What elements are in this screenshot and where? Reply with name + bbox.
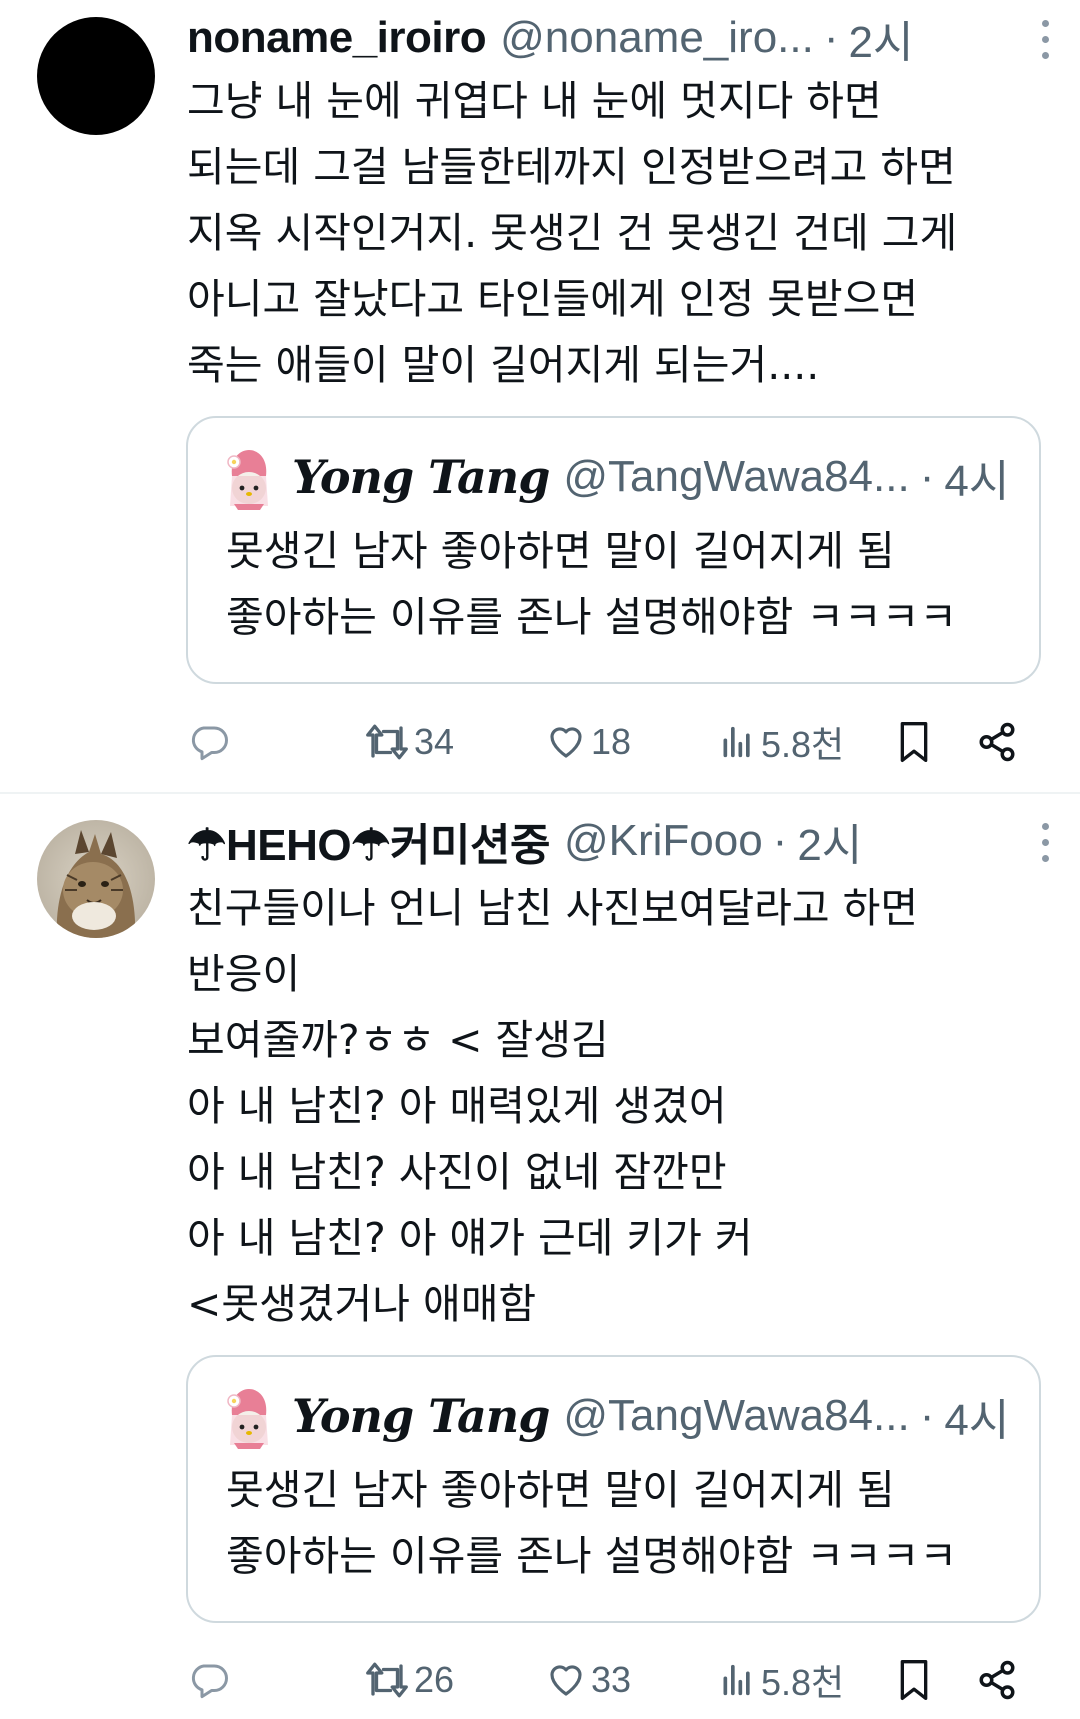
quoted-author-handle[interactable]: @TangWawa84... xyxy=(563,452,909,502)
timestamp[interactable]: 2시 xyxy=(797,809,862,873)
text-line: 죽는 애들이 말이 길어지게 되는거.... xyxy=(187,341,820,389)
share-icon xyxy=(976,721,1018,763)
quoted-header: Yong Tang @TangWawa84... · 4시 xyxy=(292,1385,1009,1447)
separator: · xyxy=(919,452,935,501)
retweet-count: 34 xyxy=(414,721,455,762)
action-bar: 34 18 5.8천 xyxy=(188,712,1028,772)
text-line: 친구들이나 언니 남친 사진보여달라고 하면 xyxy=(187,884,919,932)
more-options-icon[interactable] xyxy=(1042,823,1050,863)
avatar[interactable] xyxy=(37,820,155,938)
reply-button[interactable] xyxy=(188,1650,230,1710)
separator: · xyxy=(772,816,788,865)
text-line: 못생긴 남자 좋아하면 말이 길어지게 됨 xyxy=(226,1466,895,1514)
text-line: 되는데 그걸 남들한테까지 인정받으려고 하면 xyxy=(187,143,956,191)
like-count: 33 xyxy=(591,1659,632,1700)
quoted-tweet[interactable]: Yong Tang @TangWawa84... · 4시 못생긴 남자 좋아하… xyxy=(186,1355,1041,1623)
quoted-avatar[interactable] xyxy=(226,1387,272,1449)
tweet-text: 그냥 내 눈에 귀엽다 내 눈에 멋지다 하면 되는데 그걸 남들한테까지 인정… xyxy=(187,68,1027,398)
bookmark-icon xyxy=(894,720,934,764)
view-count: 5.8천 xyxy=(761,1662,845,1703)
tweet-header: noname_iroiro @noname_iro... · 2시 xyxy=(187,8,1060,68)
bookmark-button[interactable] xyxy=(894,712,934,772)
quoted-tweet[interactable]: Yong Tang @TangWawa84... · 4시 못생긴 남자 좋아하… xyxy=(186,416,1041,684)
quoted-avatar[interactable] xyxy=(226,448,272,510)
text-line: 아 내 남친? 아 얘가 근데 키가 커 xyxy=(187,1214,753,1262)
tweet-divider xyxy=(0,792,1080,794)
share-button[interactable] xyxy=(976,1650,1018,1710)
quoted-text: 못생긴 남자 좋아하면 말이 길어지게 됨 좋아하는 이유를 존나 설명해야함 … xyxy=(226,518,957,650)
author-handle[interactable]: @KriFooo xyxy=(564,816,763,866)
bookmark-button[interactable] xyxy=(894,1650,934,1710)
views-button[interactable]: 5.8천 xyxy=(717,712,844,772)
quoted-header: Yong Tang @TangWawa84... · 4시 xyxy=(292,446,1009,508)
text-line: 못생긴 남자 좋아하면 말이 길어지게 됨 xyxy=(226,527,895,575)
reply-button[interactable] xyxy=(188,712,230,772)
timestamp[interactable]: 2시 xyxy=(849,6,914,70)
text-line: 좋아하는 이유를 존나 설명해야함 ㅋㅋㅋㅋ xyxy=(226,593,958,641)
separator: · xyxy=(823,13,839,62)
reply-icon xyxy=(188,721,230,763)
views-chart-icon xyxy=(717,1659,757,1701)
avatar[interactable] xyxy=(37,17,155,135)
views-chart-icon xyxy=(717,721,757,763)
retweet-button[interactable]: 26 xyxy=(364,1650,454,1710)
retweet-icon xyxy=(364,721,410,763)
tweet-header: ☂HEHO☂커미션중 @KriFooo · 2시 xyxy=(187,811,1060,871)
bookmark-icon xyxy=(894,1658,934,1702)
reply-icon xyxy=(188,1659,230,1701)
quoted-author-handle[interactable]: @TangWawa84... xyxy=(563,1391,909,1441)
retweet-count: 26 xyxy=(414,1659,455,1700)
text-line: 아 내 남친? 아 매력있게 생겼어 xyxy=(187,1082,727,1130)
views-button[interactable]: 5.8천 xyxy=(717,1650,844,1710)
quoted-timestamp[interactable]: 4시 xyxy=(944,1384,1009,1448)
quoted-text: 못생긴 남자 좋아하면 말이 길어지게 됨 좋아하는 이유를 존나 설명해야함 … xyxy=(226,1457,957,1589)
like-count: 18 xyxy=(591,721,632,762)
retweet-button[interactable]: 34 xyxy=(364,712,454,772)
text-line: 아니고 잘났다고 타인들에게 인정 못받으면 xyxy=(187,275,919,323)
separator: · xyxy=(919,1391,935,1440)
heart-icon xyxy=(545,721,587,763)
text-line: <못생겼거나 애매함 xyxy=(187,1280,537,1328)
more-options-icon[interactable] xyxy=(1042,20,1050,60)
text-line: 그냥 내 눈에 귀엽다 내 눈에 멋지다 하면 xyxy=(187,77,882,125)
quoted-timestamp[interactable]: 4시 xyxy=(944,445,1009,509)
author-handle[interactable]: @noname_iro... xyxy=(500,13,814,63)
quoted-author-name[interactable]: Yong Tang xyxy=(292,450,550,504)
action-bar: 26 33 5.8천 xyxy=(188,1650,1028,1710)
text-line: 보여줄까?ㅎㅎ < 잘생김 xyxy=(187,1016,609,1064)
author-name[interactable]: noname_iroiro xyxy=(187,13,487,63)
heart-icon xyxy=(545,1659,587,1701)
author-name[interactable]: ☂HEHO☂커미션중 xyxy=(187,809,550,873)
text-line: 지옥 시작인거지. 못생긴 건 못생긴 건데 그게 xyxy=(187,209,958,257)
quoted-author-name[interactable]: Yong Tang xyxy=(292,1389,550,1443)
text-line: 아 내 남친? 사진이 없네 잠깐만 xyxy=(187,1148,727,1196)
tweet-text: 친구들이나 언니 남친 사진보여달라고 하면 반응이 보여줄까?ㅎㅎ < 잘생김… xyxy=(187,875,1027,1337)
text-line: 반응이 xyxy=(187,950,301,998)
share-button[interactable] xyxy=(976,712,1018,772)
retweet-icon xyxy=(364,1659,410,1701)
share-icon xyxy=(976,1659,1018,1701)
like-button[interactable]: 33 xyxy=(545,1650,631,1710)
like-button[interactable]: 18 xyxy=(545,712,631,772)
view-count: 5.8천 xyxy=(761,724,845,765)
text-line: 좋아하는 이유를 존나 설명해야함 ㅋㅋㅋㅋ xyxy=(226,1532,958,1580)
